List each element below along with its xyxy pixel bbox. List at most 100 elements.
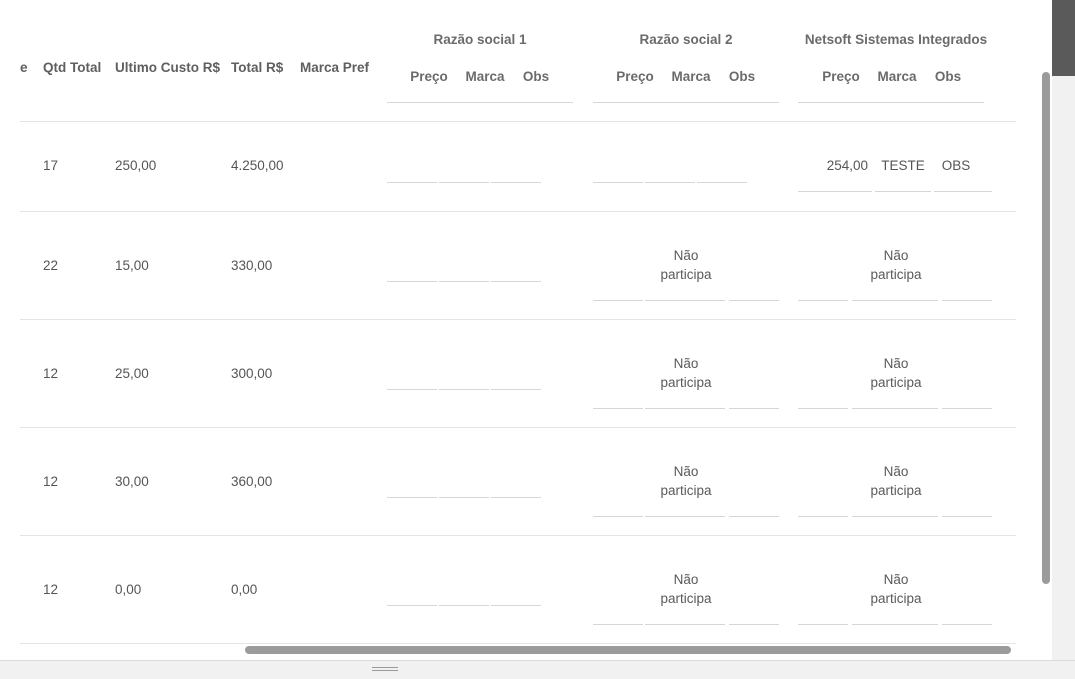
supplier-2-header-underline [593,102,779,103]
supplier-header-2: Razão social 2 [639,32,733,47]
supplier-2-underline [593,624,643,625]
supplier-2-underline [593,300,643,301]
supplier-2-obs-header: Obs [728,69,756,84]
supplier-1-marca-input[interactable] [439,182,489,183]
row-ultimo-custo: 25,00 [115,366,149,381]
supplier-2-underline [729,300,779,301]
row-total: 4.250,00 [231,158,284,173]
row-qtd: 12 [43,366,59,381]
supplier-3-header-underline [798,102,984,103]
supplier-2-not-participating: Não participa [660,248,712,282]
supplier-3-marca-header: Marca [877,69,917,84]
row-total: 330,00 [231,258,273,273]
supplier-1-preco-input[interactable] [387,389,437,390]
row-total: 360,00 [231,474,273,489]
supplier-header-3: Netsoft Sistemas Integrados [804,32,988,47]
supplier-3-underline [798,624,848,625]
header-divider [20,121,1016,122]
supplier-2-not-participating: Não participa [660,356,712,390]
row-ultimo-custo: 250,00 [115,158,157,173]
table-vertical-scrollbar-thumb[interactable] [1042,72,1050,584]
row-ultimo-custo: 30,00 [115,474,149,489]
supplier-3-obs-value[interactable]: OBS [934,158,978,173]
row-qtd: 12 [43,474,59,489]
supplier-2-underline [729,408,779,409]
supplier-3-obs-header: Obs [934,69,962,84]
supplier-3-preco-underline [798,191,872,192]
supplier-3-underline [942,300,992,301]
supplier-1-marca-header: Marca [465,69,505,84]
supplier-2-preco-input[interactable] [593,182,643,183]
supplier-3-underline [798,300,848,301]
supplier-1-header-underline [387,102,573,103]
row-divider [20,535,1016,536]
bottom-resize-bar[interactable] [0,660,1075,679]
supplier-1-obs-input[interactable] [491,605,541,606]
row-divider [20,643,1016,644]
supplier-3-not-participating: Não participa [870,572,922,606]
row-divider [20,319,1016,320]
supplier-2-underline [645,624,725,625]
supplier-3-underline [798,516,848,517]
page-vertical-scrollbar[interactable] [1052,0,1075,660]
supplier-3-underline [852,408,938,409]
supplier-3-not-participating: Não participa [870,248,922,282]
supplier-2-not-participating: Não participa [660,464,712,498]
supplier-1-obs-input[interactable] [491,497,541,498]
supplier-1-obs-input[interactable] [491,281,541,282]
supplier-3-underline [942,408,992,409]
supplier-3-preco-value[interactable]: 254,00 [798,158,868,173]
supplier-3-underline [852,516,938,517]
header-marca-pref[interactable]: Marca Pref [300,60,369,75]
supplier-header-1: Razão social 1 [433,32,527,47]
supplier-2-marca-header: Marca [671,69,711,84]
supplier-3-underline [942,516,992,517]
quotation-comparison-page: e Qtd Total Ultimo Custo R$ Total R$ Mar… [0,0,1075,679]
supplier-3-underline [798,408,848,409]
resize-grip-icon[interactable] [372,667,398,673]
supplier-3-underline [942,624,992,625]
horizontal-scrollbar-thumb[interactable] [245,646,1011,654]
supplier-2-underline [729,516,779,517]
supplier-1-marca-input[interactable] [439,281,489,282]
supplier-1-preco-header: Preço [410,69,448,84]
supplier-2-underline [645,516,725,517]
supplier-2-underline [729,624,779,625]
row-qtd: 17 [43,158,59,173]
supplier-2-preco-header: Preço [616,69,654,84]
supplier-2-underline [593,516,643,517]
row-ultimo-custo: 0,00 [115,582,142,597]
page-vertical-scrollbar-thumb[interactable] [1052,0,1075,76]
supplier-1-preco-input[interactable] [387,605,437,606]
supplier-3-not-participating: Não participa [870,356,922,390]
supplier-2-underline [645,408,725,409]
row-ultimo-custo: 15,00 [115,258,149,273]
header-total[interactable]: Total R$ [231,60,283,75]
supplier-1-obs-input[interactable] [491,182,541,183]
supplier-2-marca-input[interactable] [645,182,695,183]
header-ultimo-custo[interactable]: Ultimo Custo R$ [115,60,220,75]
row-qtd: 22 [43,258,59,273]
header-truncated-column[interactable]: e [20,60,28,75]
supplier-3-underline [852,300,938,301]
supplier-1-preco-input[interactable] [387,182,437,183]
table-viewport: e Qtd Total Ultimo Custo R$ Total R$ Mar… [0,0,1052,660]
row-divider [20,427,1016,428]
supplier-1-marca-input[interactable] [439,497,489,498]
supplier-3-marca-value[interactable]: TESTE [875,158,931,173]
supplier-3-underline [852,624,938,625]
row-divider [20,211,1016,212]
supplier-1-preco-input[interactable] [387,281,437,282]
row-total: 300,00 [231,366,273,381]
supplier-1-obs-header: Obs [522,69,550,84]
supplier-1-marca-input[interactable] [439,389,489,390]
row-total: 0,00 [231,582,258,597]
supplier-1-obs-input[interactable] [491,389,541,390]
supplier-2-not-participating: Não participa [660,572,712,606]
header-qtd-total[interactable]: Qtd Total [43,60,101,75]
supplier-1-preco-input[interactable] [387,497,437,498]
supplier-3-marca-underline [875,191,931,192]
supplier-2-underline [593,408,643,409]
supplier-1-marca-input[interactable] [439,605,489,606]
supplier-2-obs-input[interactable] [697,182,747,183]
